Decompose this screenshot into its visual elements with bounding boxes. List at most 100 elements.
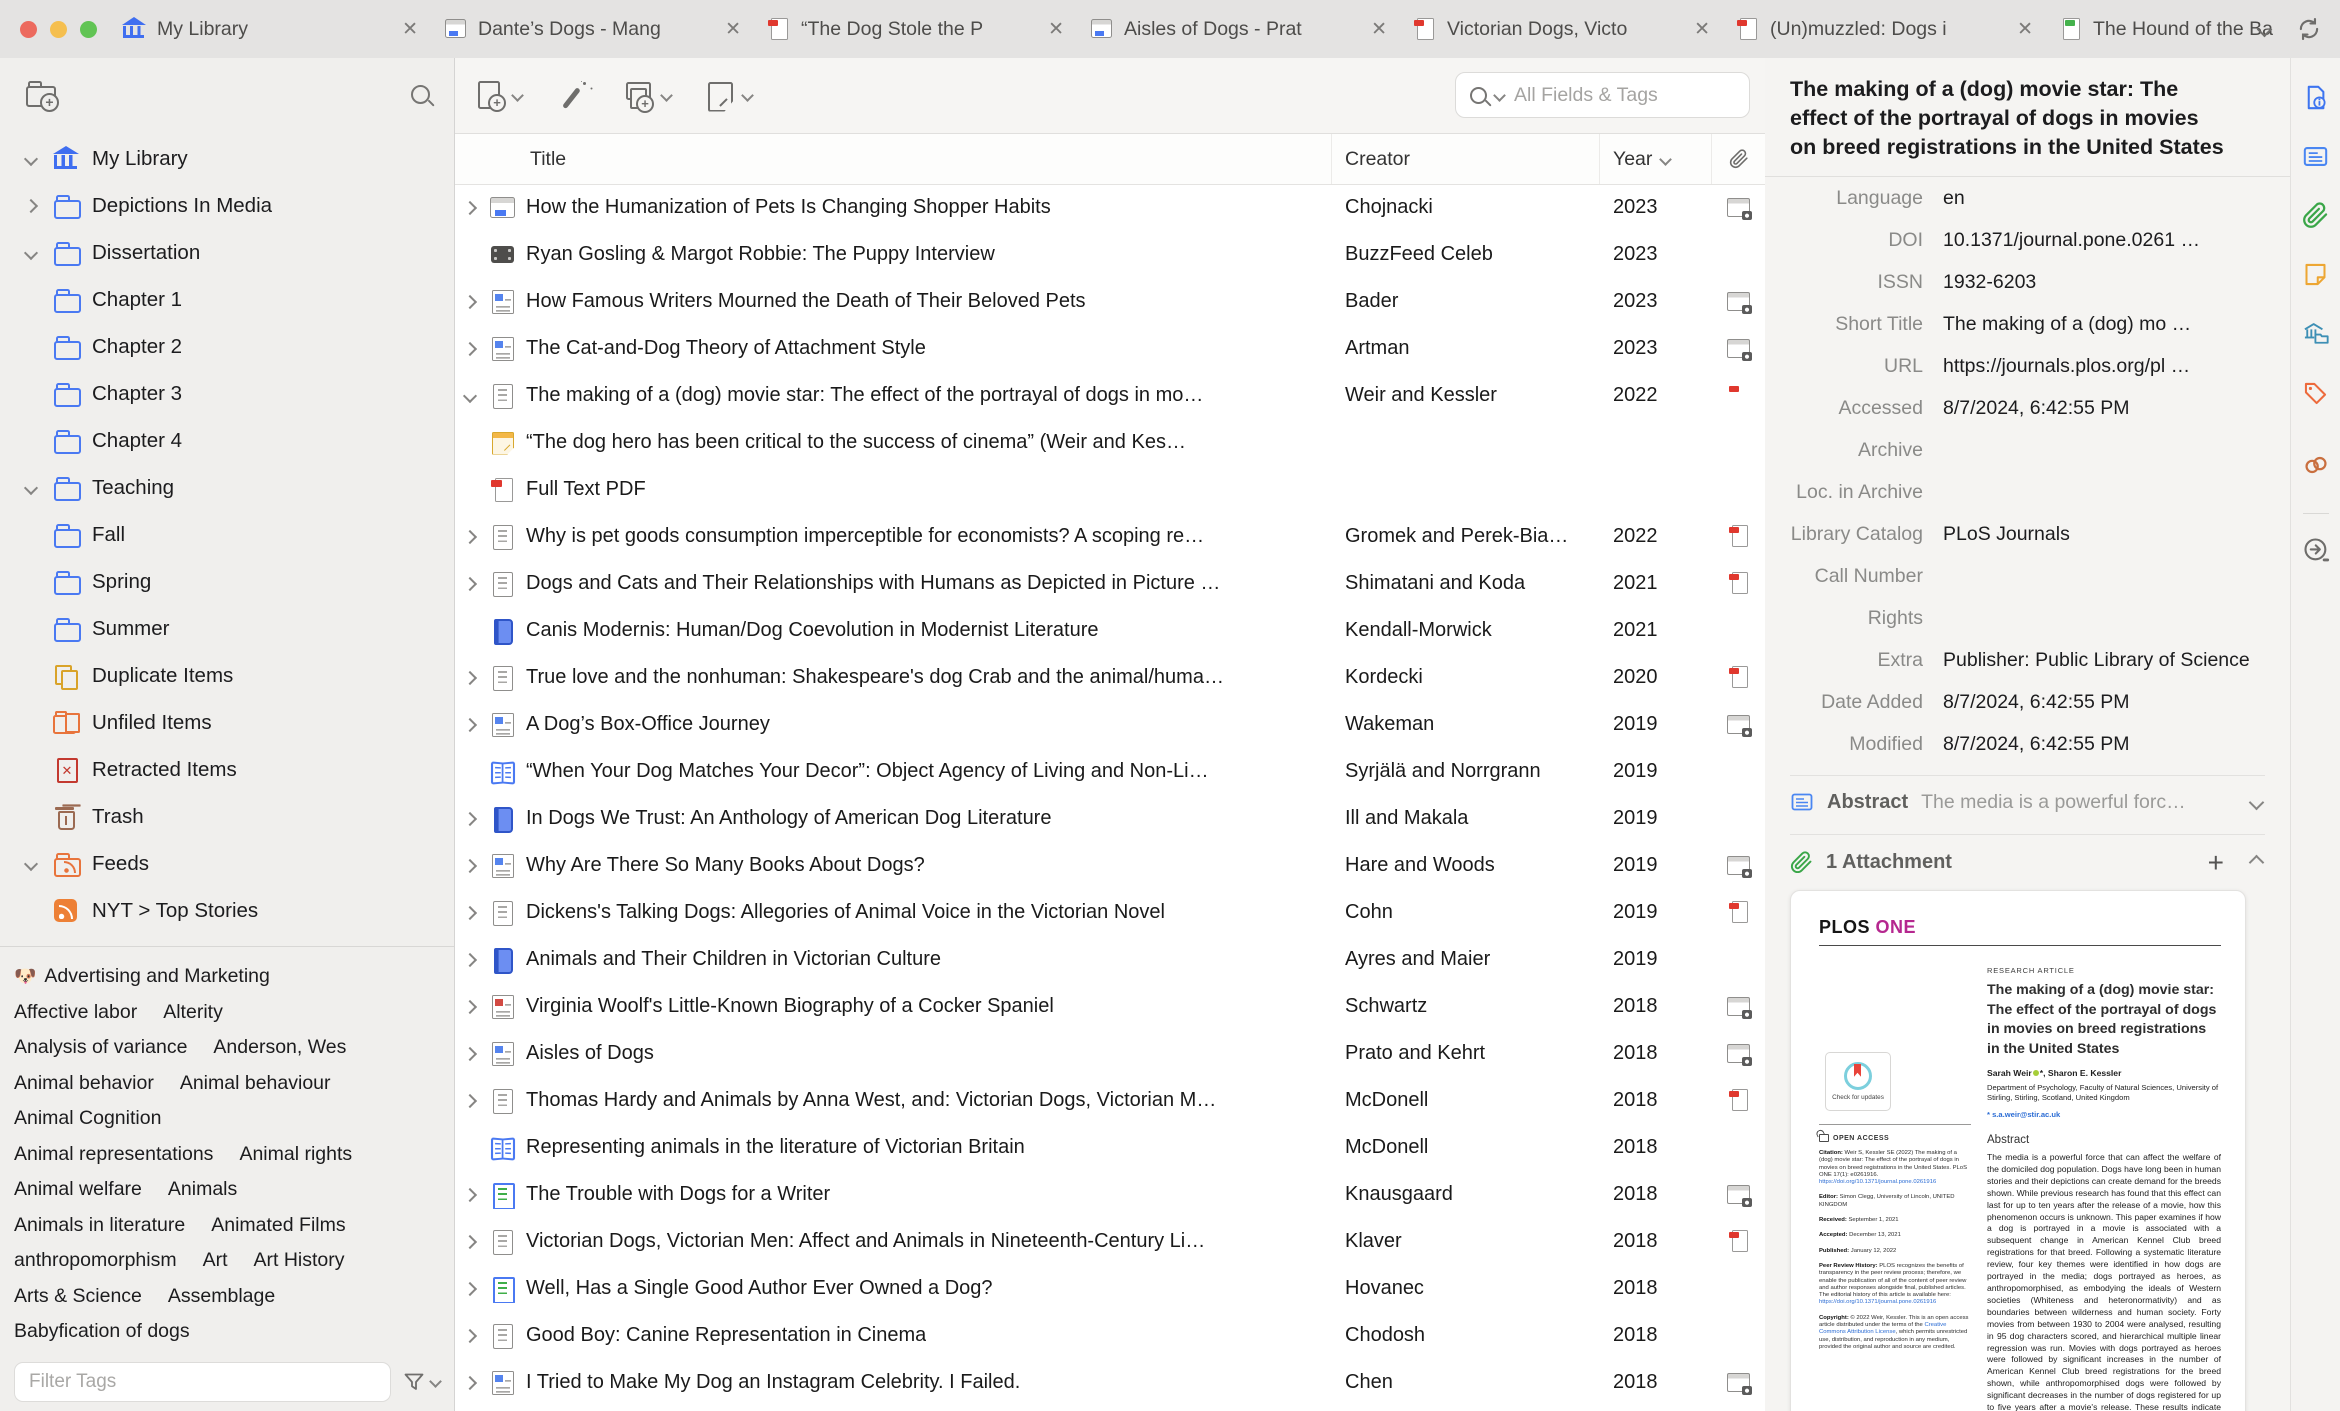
window-tab[interactable]: Dante’s Dogs - Mang ✕ — [426, 7, 749, 51]
table-row[interactable]: Well, Has a Single Good Author Ever Owne… — [455, 1265, 1765, 1312]
tag[interactable]: Animal rights — [239, 1143, 352, 1166]
tag[interactable]: Animals — [168, 1178, 237, 1201]
window-tab[interactable]: “The Dog Stole the P ✕ — [749, 7, 1072, 51]
expander-icon[interactable] — [462, 905, 489, 920]
field-value[interactable]: 1932-6203 — [1943, 270, 2270, 303]
field-value[interactable]: 10.1371/journal.pone.0261 … — [1943, 228, 2270, 261]
new-note-button[interactable] — [705, 80, 754, 112]
table-row[interactable]: Animals and Their Children in Victorian … — [455, 936, 1765, 983]
tag[interactable]: Alterity — [163, 1001, 223, 1024]
abstract-section-header[interactable]: Abstract The media is a powerful forc… — [1765, 776, 2290, 824]
window-tab[interactable]: Aisles of Dogs - Prat ✕ — [1072, 7, 1395, 51]
attachment-preview-card[interactable]: PLOS ONE Check for updates OPEN ACCESS C… — [1790, 890, 2246, 1411]
table-row[interactable]: Virginia Woolf's Little-Known Biography … — [455, 983, 1765, 1030]
field-value[interactable]: Publisher: Public Library of Science — [1943, 648, 2270, 681]
expander-icon[interactable] — [462, 1234, 489, 1249]
window-tab[interactable]: (Un)muzzled: Dogs i ✕ — [1718, 7, 2041, 51]
expander-icon[interactable] — [23, 480, 52, 495]
tag[interactable]: Animals in literature — [14, 1214, 185, 1237]
collection-item[interactable]: My Library — [8, 135, 446, 182]
collection-item[interactable]: Fall — [8, 511, 446, 558]
tag[interactable]: Art — [203, 1249, 228, 1272]
abstract-tab-icon[interactable] — [2302, 143, 2329, 175]
collection-item[interactable]: Chapter 1 — [8, 276, 446, 323]
table-row[interactable]: Why is pet goods consumption imperceptib… — [455, 513, 1765, 560]
field-value[interactable]: https://journals.plos.org/pl … — [1943, 354, 2270, 387]
add-attachment-icon[interactable]: + — [2208, 848, 2224, 876]
collection-item[interactable]: Depictions In Media — [8, 182, 446, 229]
expander-icon[interactable] — [462, 670, 489, 685]
field-value[interactable]: en — [1943, 186, 2270, 219]
table-row[interactable]: “The dog hero has been critical to the s… — [455, 419, 1765, 466]
tag[interactable]: Affective labor — [14, 1001, 137, 1024]
table-row[interactable]: Canis Modernis: Human/Dog Coevolution in… — [455, 607, 1765, 654]
column-header-year[interactable]: Year — [1600, 134, 1712, 184]
column-header-attachment[interactable] — [1712, 134, 1765, 184]
collection-item[interactable]: Trash — [8, 793, 446, 840]
table-row[interactable]: How the Humanization of Pets Is Changing… — [455, 184, 1765, 231]
libraries-collections-tab-icon[interactable] — [2302, 320, 2330, 353]
tag[interactable]: Animated Films — [211, 1214, 345, 1237]
collection-item[interactable]: Teaching — [8, 464, 446, 511]
tag[interactable]: Animal Cognition — [14, 1107, 161, 1130]
expander-icon[interactable] — [23, 198, 52, 213]
expander-icon[interactable] — [462, 858, 489, 873]
expander-icon[interactable] — [462, 1093, 489, 1108]
new-collection-icon[interactable] — [24, 79, 60, 112]
expander-icon[interactable] — [462, 717, 489, 732]
close-window-button[interactable] — [20, 20, 37, 38]
sync-icon[interactable] — [2296, 16, 2322, 42]
field-value[interactable] — [1943, 606, 2270, 639]
tag[interactable]: Babyfication of dogs — [14, 1320, 190, 1343]
collection-item[interactable]: Unfiled Items — [8, 699, 446, 746]
table-row[interactable]: Dogs and Cats and Their Relationships wi… — [455, 560, 1765, 607]
tag[interactable]: Animal behavior — [14, 1072, 154, 1095]
expander-icon[interactable] — [462, 811, 489, 826]
table-row[interactable]: Why Are There So Many Books About Dogs? … — [455, 842, 1765, 889]
collection-item[interactable]: Spring — [8, 558, 446, 605]
field-value[interactable]: 8/7/2024, 6:42:55 PM — [1943, 732, 2270, 765]
filter-tags-input[interactable] — [14, 1361, 391, 1402]
add-by-identifier-button[interactable] — [556, 80, 590, 112]
table-row[interactable]: Representing animals in the literature o… — [455, 1124, 1765, 1171]
collection-item[interactable]: NYT > Top Stories — [8, 887, 446, 934]
table-row[interactable]: I Tried to Make My Dog an Instagram Cele… — [455, 1359, 1765, 1406]
table-row[interactable]: Dickens's Talking Dogs: Allegories of An… — [455, 889, 1765, 936]
window-tab[interactable]: My Library ✕ — [103, 7, 426, 51]
close-icon[interactable]: ✕ — [402, 18, 418, 41]
table-row[interactable]: The Cat-and-Dog Theory of Attachment Sty… — [455, 325, 1765, 372]
zoom-window-button[interactable] — [80, 20, 97, 38]
expander-icon[interactable] — [462, 1375, 489, 1390]
table-row[interactable]: A Dog’s Box-Office Journey Wakeman 2019 — [455, 701, 1765, 748]
collection-item[interactable]: Chapter 4 — [8, 417, 446, 464]
search-icon[interactable] — [411, 84, 430, 104]
tag[interactable]: Animal representations — [14, 1143, 213, 1166]
field-value[interactable] — [1943, 480, 2270, 513]
tag[interactable]: anthropomorphism — [14, 1249, 177, 1272]
collection-item[interactable]: Retracted Items — [8, 746, 446, 793]
expander-icon[interactable] — [462, 952, 489, 967]
tag[interactable]: Anderson, Wes — [213, 1036, 346, 1059]
tag[interactable]: Assemblage — [168, 1285, 275, 1308]
expander-icon[interactable] — [462, 294, 489, 309]
expander-icon[interactable] — [23, 151, 52, 166]
items-search-box[interactable] — [1455, 72, 1750, 118]
field-value[interactable]: The making of a (dog) mo … — [1943, 312, 2270, 345]
expander-icon[interactable] — [462, 388, 489, 403]
window-tab[interactable]: Victorian Dogs, Victo ✕ — [1395, 7, 1718, 51]
table-row[interactable]: Thomas Hardy and Animals by Anna West, a… — [455, 1077, 1765, 1124]
tag[interactable]: 🐶 Advertising and Marketing — [14, 965, 270, 988]
field-value[interactable]: 8/7/2024, 6:42:55 PM — [1943, 396, 2270, 429]
expander-icon[interactable] — [462, 200, 489, 215]
table-row[interactable]: Victorian Dogs, Victorian Men: Affect an… — [455, 1218, 1765, 1265]
funnel-chevron-icon[interactable] — [429, 1375, 442, 1388]
chevron-up-icon[interactable] — [2248, 854, 2265, 871]
close-icon[interactable]: ✕ — [1694, 18, 1710, 41]
collection-item[interactable]: Summer — [8, 605, 446, 652]
expander-icon[interactable] — [23, 856, 52, 871]
table-row[interactable]: True love and the nonhuman: Shakespeare'… — [455, 654, 1765, 701]
table-row[interactable]: Full Text PDF — [455, 466, 1765, 513]
tag[interactable]: Analysis of variance — [14, 1036, 187, 1059]
tag[interactable]: Arts & Science — [14, 1285, 142, 1308]
expander-icon[interactable] — [462, 576, 489, 591]
